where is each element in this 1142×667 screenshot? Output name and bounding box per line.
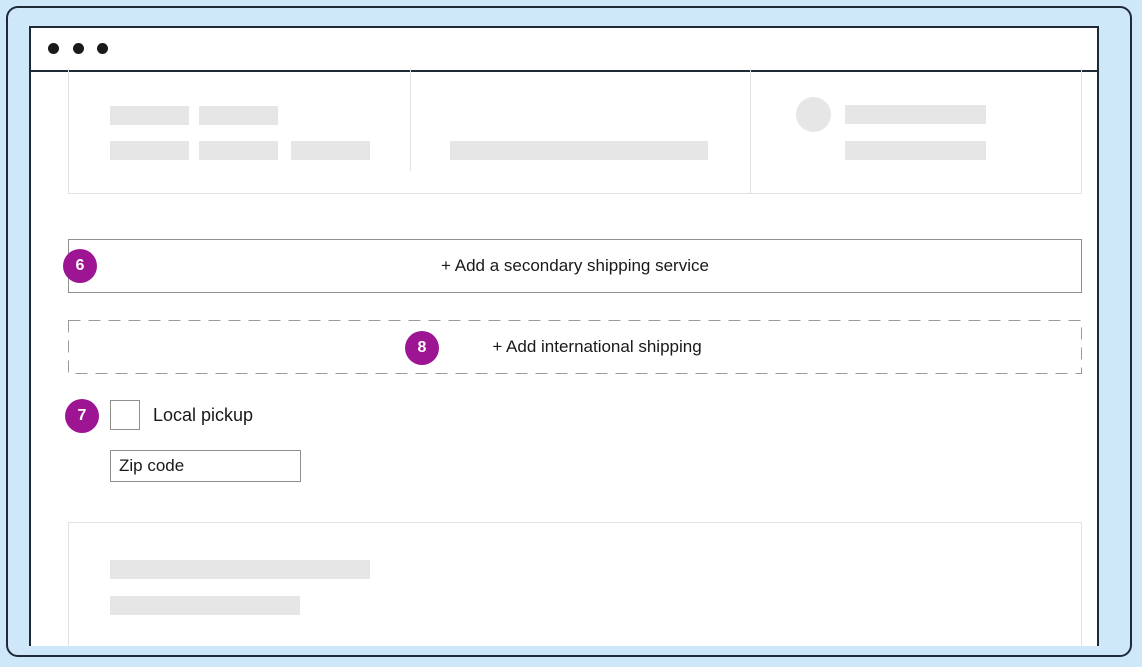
- skeleton-bar: [110, 106, 189, 125]
- add-secondary-shipping-label: + Add a secondary shipping service: [441, 256, 709, 275]
- skeleton-bar: [845, 141, 986, 160]
- callout-badge-secondary: 6: [63, 249, 97, 283]
- skeleton-bar: [199, 106, 278, 125]
- add-secondary-shipping-button[interactable]: + Add a secondary shipping service: [68, 239, 1082, 293]
- callout-badge-local-pickup: 7: [65, 399, 99, 433]
- divider: [750, 68, 751, 193]
- skeleton-bar: [291, 141, 370, 160]
- add-international-shipping-button[interactable]: + Add international shipping: [68, 320, 1082, 374]
- window-titlebar: [31, 28, 1097, 72]
- skeleton-bar: [845, 105, 986, 124]
- skeleton-bar: [110, 596, 300, 615]
- add-international-shipping-label: + Add international shipping: [492, 337, 702, 356]
- local-pickup-checkbox[interactable]: [110, 400, 140, 430]
- bottom-placeholder-card: [68, 522, 1082, 646]
- skeleton-bar: [110, 141, 189, 160]
- callout-badge-international: 8: [405, 331, 439, 365]
- divider: [410, 68, 411, 171]
- browser-window: + Add a secondary shipping service 6 + A…: [29, 26, 1099, 646]
- window-dot-icon: [97, 43, 108, 54]
- avatar-placeholder-icon: [796, 97, 831, 132]
- skeleton-bar: [199, 141, 278, 160]
- top-placeholder-card: [68, 68, 1082, 194]
- window-dot-icon: [48, 43, 59, 54]
- skeleton-bar: [450, 141, 708, 160]
- skeleton-bar: [110, 560, 370, 579]
- window-dot-icon: [73, 43, 84, 54]
- zip-code-input[interactable]: [110, 450, 301, 482]
- local-pickup-label: Local pickup: [153, 405, 254, 425]
